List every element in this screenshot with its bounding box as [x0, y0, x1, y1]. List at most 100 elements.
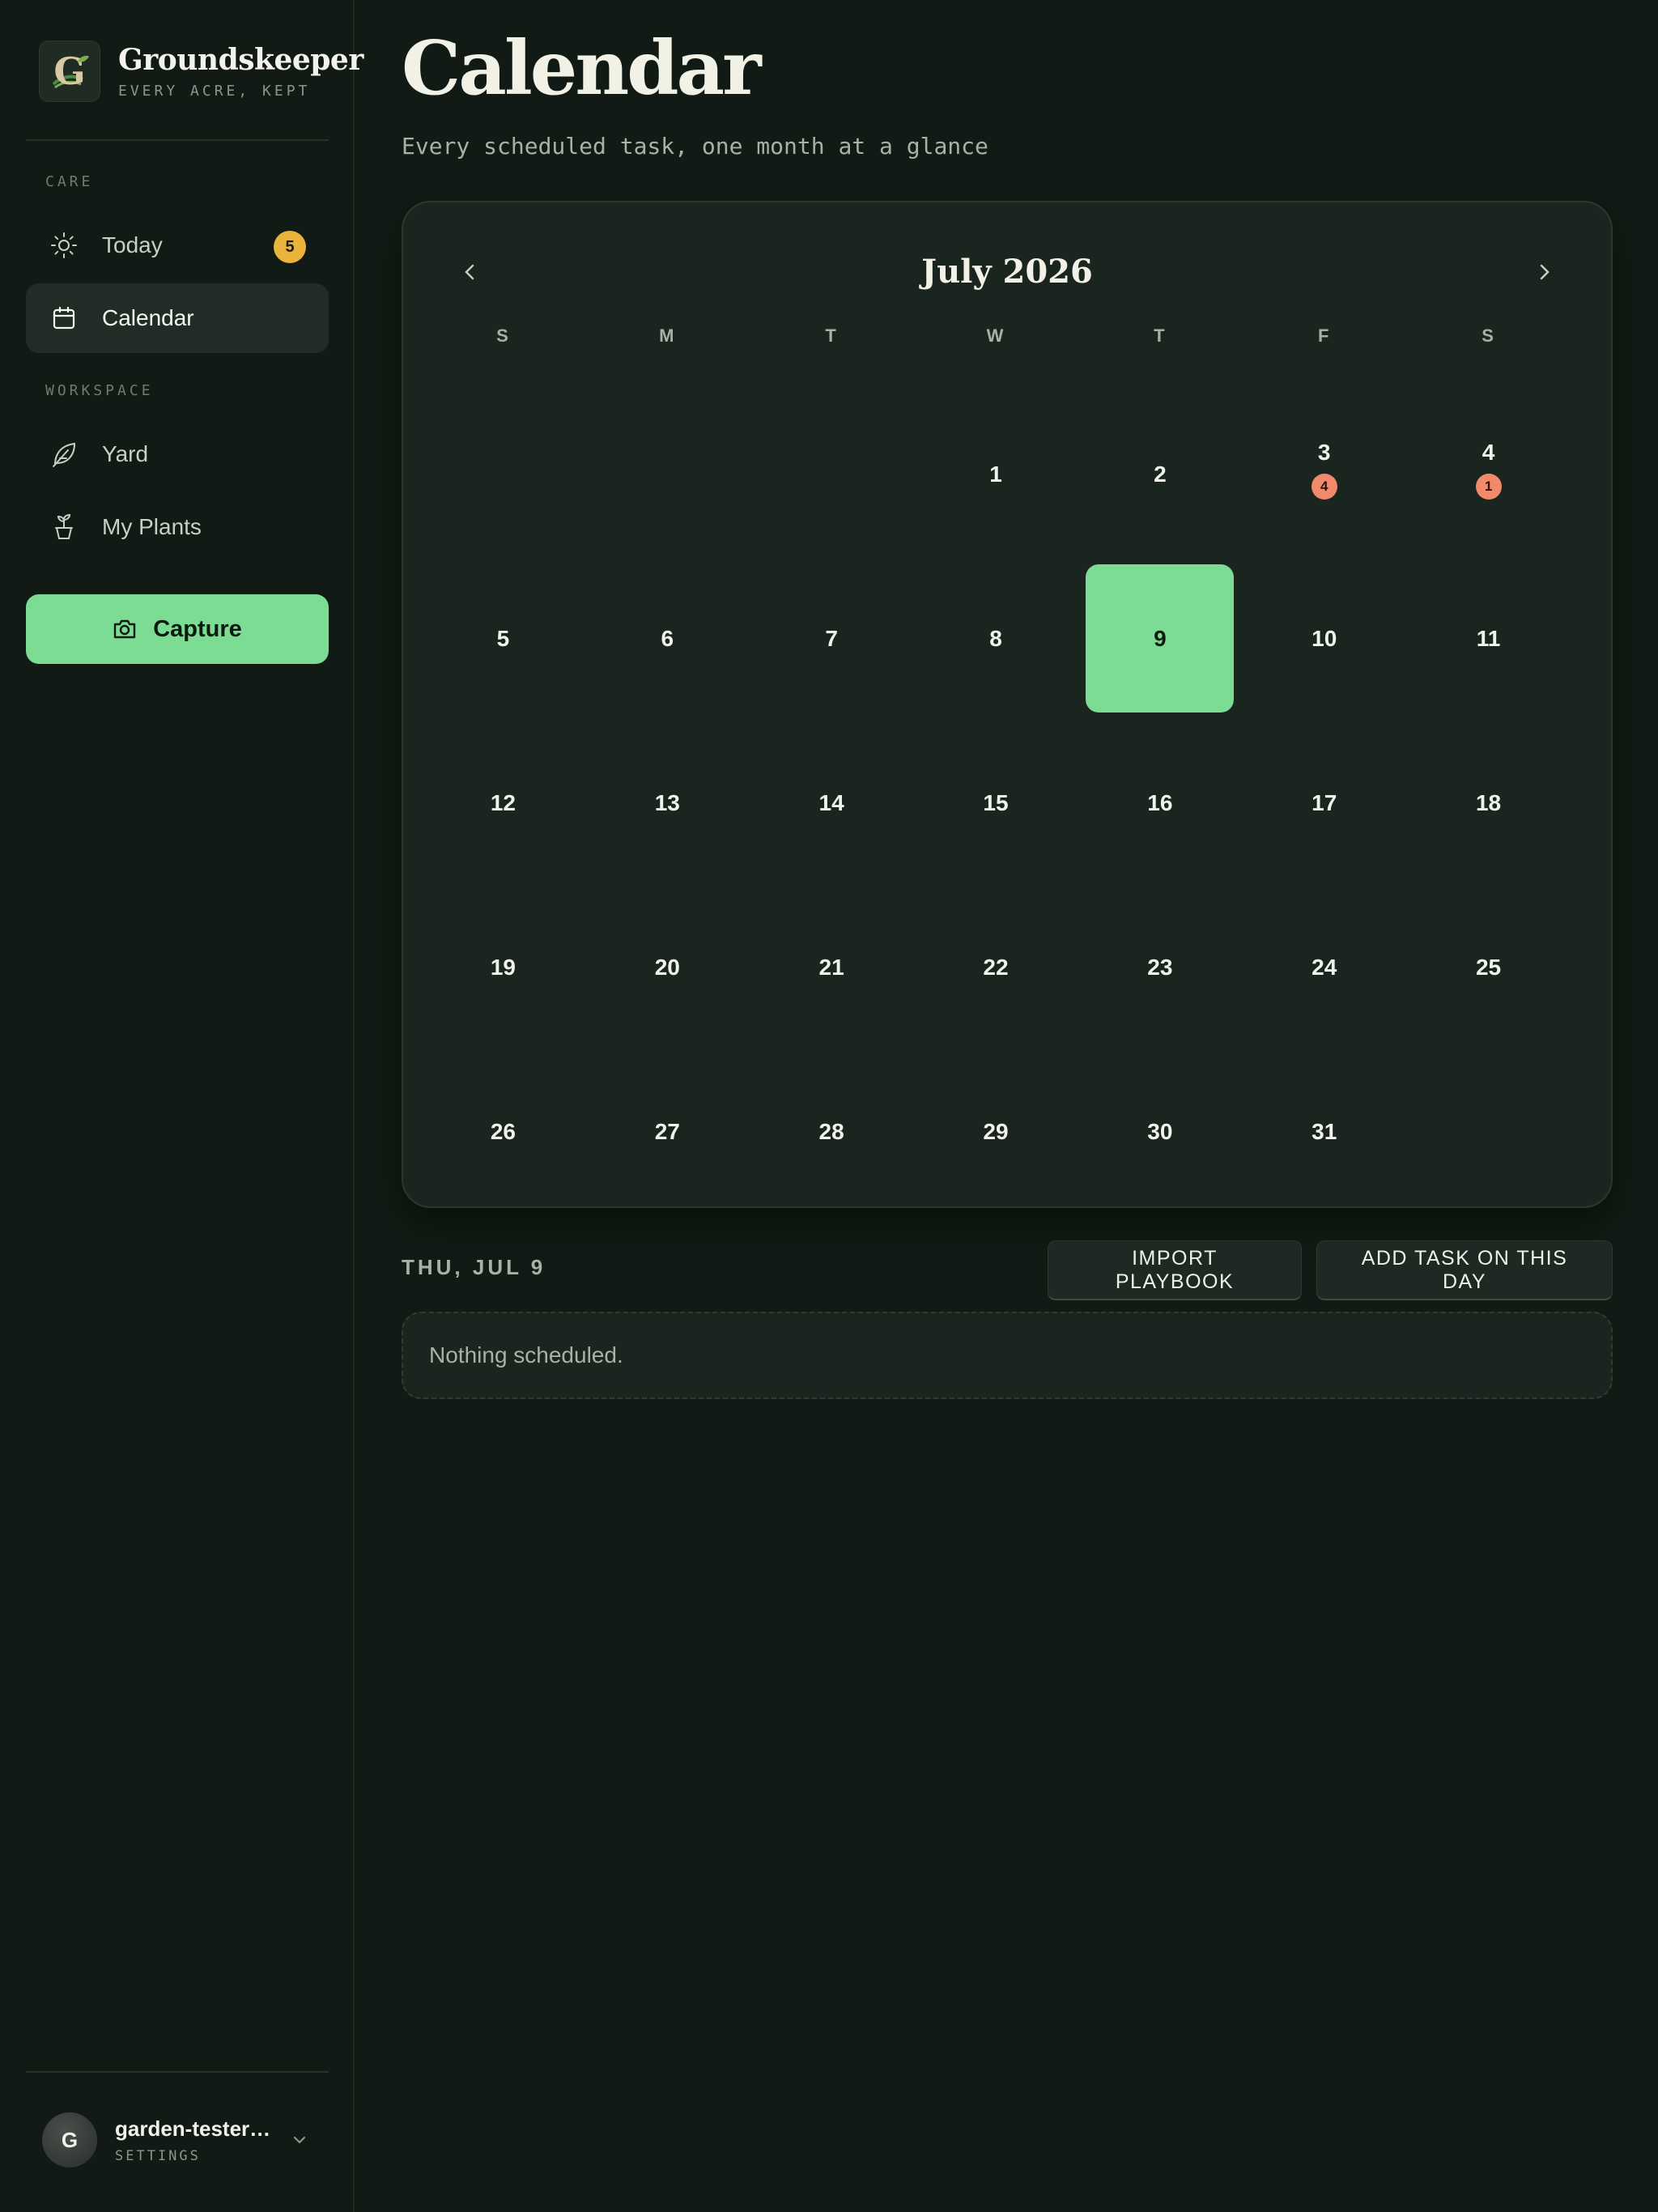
day-number: 3 [1317, 439, 1331, 465]
logo-icon: G [39, 40, 100, 102]
day-cell-18[interactable]: 18 [1406, 721, 1571, 885]
leaf-icon [50, 440, 78, 468]
day-number: 12 [490, 789, 516, 815]
day-cell-12[interactable]: 12 [421, 721, 585, 885]
day-number: 16 [1147, 789, 1173, 815]
capture-button[interactable]: Capture [26, 594, 329, 664]
task-count-badge: 4 [1311, 473, 1337, 500]
day-number: 20 [654, 954, 680, 980]
add-task-button[interactable]: ADD TASK ON THIS DAY [1316, 1240, 1613, 1300]
weekday-label: T [1154, 325, 1167, 346]
calendar-grid: 1 2 3 4 4 1 5 6 7 8 9 10 11 12 13 14 15 16 17 18 19 20 21 22 23 2… [421, 392, 1571, 1214]
sidebar-item-yard[interactable]: Yard [26, 419, 329, 489]
empty-day-cell [585, 392, 750, 556]
avatar: G [42, 2112, 97, 2167]
weekday-label: M [659, 325, 676, 346]
day-cell-26[interactable]: 26 [421, 1049, 585, 1214]
sidebar-item-my-plants[interactable]: My Plants [26, 492, 329, 562]
day-cell-21[interactable]: 21 [750, 885, 914, 1049]
day-cell-13[interactable]: 13 [585, 721, 750, 885]
day-number: 17 [1312, 789, 1337, 815]
sidebar: G Groundskeeper EVERY ACRE, KEPT CARE To… [0, 0, 363, 2212]
brand[interactable]: G Groundskeeper EVERY ACRE, KEPT [39, 40, 363, 102]
day-cell-23[interactable]: 23 [1078, 885, 1242, 1049]
user-settings-label: SETTINGS [115, 2147, 201, 2164]
day-cell-16[interactable]: 16 [1078, 721, 1242, 885]
page-subtitle: Every scheduled task, one month at a gla… [402, 133, 988, 160]
selected-date-label: THU, JUL 9 [402, 1255, 546, 1279]
day-cell-9[interactable]: 9 [1078, 556, 1242, 721]
sidebar-item-label: Calendar [102, 305, 194, 330]
day-cell-22[interactable]: 22 [914, 885, 1078, 1049]
brand-tagline: EVERY ACRE, KEPT [118, 82, 311, 100]
day-cell-27[interactable]: 27 [585, 1049, 750, 1214]
camera-icon [113, 617, 137, 641]
day-cell-25[interactable]: 25 [1406, 885, 1571, 1049]
day-number: 19 [490, 954, 516, 980]
day-cell-11[interactable]: 11 [1406, 556, 1571, 721]
brand-title: Groundskeeper [118, 42, 363, 77]
day-cell-10[interactable]: 10 [1242, 556, 1406, 721]
day-number: 21 [818, 954, 844, 980]
day-number: 18 [1475, 789, 1502, 815]
next-month-button[interactable] [1516, 243, 1574, 301]
day-cell-1[interactable]: 1 [914, 392, 1078, 556]
day-number: 14 [818, 789, 844, 815]
weekday-label: S [1482, 325, 1495, 346]
month-title: July 2026 [921, 253, 1093, 291]
day-number: 28 [818, 1118, 844, 1144]
sidebar-divider-bottom [26, 2071, 329, 2073]
day-number: 15 [983, 789, 1009, 815]
sidebar-item-label: Yard [102, 441, 149, 466]
empty-day-cell [1406, 1049, 1571, 1214]
page-title: Calendar [402, 24, 762, 112]
user-name: garden-tester… [115, 2116, 271, 2141]
weekday-label: F [1317, 325, 1331, 346]
user-menu[interactable]: G garden-tester… SETTINGS [26, 2095, 329, 2184]
day-number: 27 [654, 1118, 680, 1144]
day-cell-8[interactable]: 8 [914, 556, 1078, 721]
day-cell-20[interactable]: 20 [585, 885, 750, 1049]
day-cell-3[interactable]: 34 [1242, 392, 1406, 556]
day-cell-19[interactable]: 19 [421, 885, 585, 1049]
day-number: 11 [1476, 625, 1501, 651]
day-number: 6 [661, 625, 674, 651]
day-number: 2 [1154, 461, 1167, 487]
day-cell-29[interactable]: 29 [914, 1049, 1078, 1214]
sun-icon [50, 232, 78, 259]
chevron-down-icon [290, 2130, 309, 2150]
empty-day-cell [750, 392, 914, 556]
logo-letter: G [53, 49, 85, 93]
day-cell-30[interactable]: 30 [1078, 1049, 1242, 1214]
day-cell-2[interactable]: 2 [1078, 392, 1242, 556]
sidebar-item-today[interactable]: Today 5 [26, 211, 329, 280]
day-cell-24[interactable]: 24 [1242, 885, 1406, 1049]
day-number: 13 [654, 789, 680, 815]
day-cell-31[interactable]: 31 [1242, 1049, 1406, 1214]
empty-schedule: Nothing scheduled. [402, 1312, 1613, 1399]
day-cell-17[interactable]: 17 [1242, 721, 1406, 885]
day-number: 5 [496, 625, 510, 651]
weekday-label: W [986, 325, 1005, 346]
day-number: 29 [983, 1118, 1009, 1144]
day-cell-7[interactable]: 7 [750, 556, 914, 721]
day-number: 31 [1312, 1118, 1337, 1144]
day-number: 24 [1312, 954, 1337, 980]
sidebar-item-calendar[interactable]: Calendar [26, 283, 329, 353]
day-number: 4 [1482, 439, 1495, 465]
import-playbook-button[interactable]: IMPORT PLAYBOOK [1048, 1240, 1302, 1300]
day-number: 30 [1147, 1118, 1173, 1144]
day-number: 25 [1475, 954, 1502, 980]
day-cell-5[interactable]: 5 [421, 556, 585, 721]
weekday-label: S [496, 325, 510, 346]
day-cell-4[interactable]: 41 [1406, 392, 1571, 556]
day-cell-14[interactable]: 14 [750, 721, 914, 885]
empty-schedule-text: Nothing scheduled. [429, 1342, 623, 1368]
today-count-badge: 5 [274, 231, 306, 263]
section-label-workspace: WORKSPACE [45, 382, 154, 399]
weekday-header: SMTWTFS [421, 325, 1571, 350]
day-cell-28[interactable]: 28 [750, 1049, 914, 1214]
day-cell-15[interactable]: 15 [914, 721, 1078, 885]
capture-label: Capture [153, 615, 242, 642]
day-cell-6[interactable]: 6 [585, 556, 750, 721]
